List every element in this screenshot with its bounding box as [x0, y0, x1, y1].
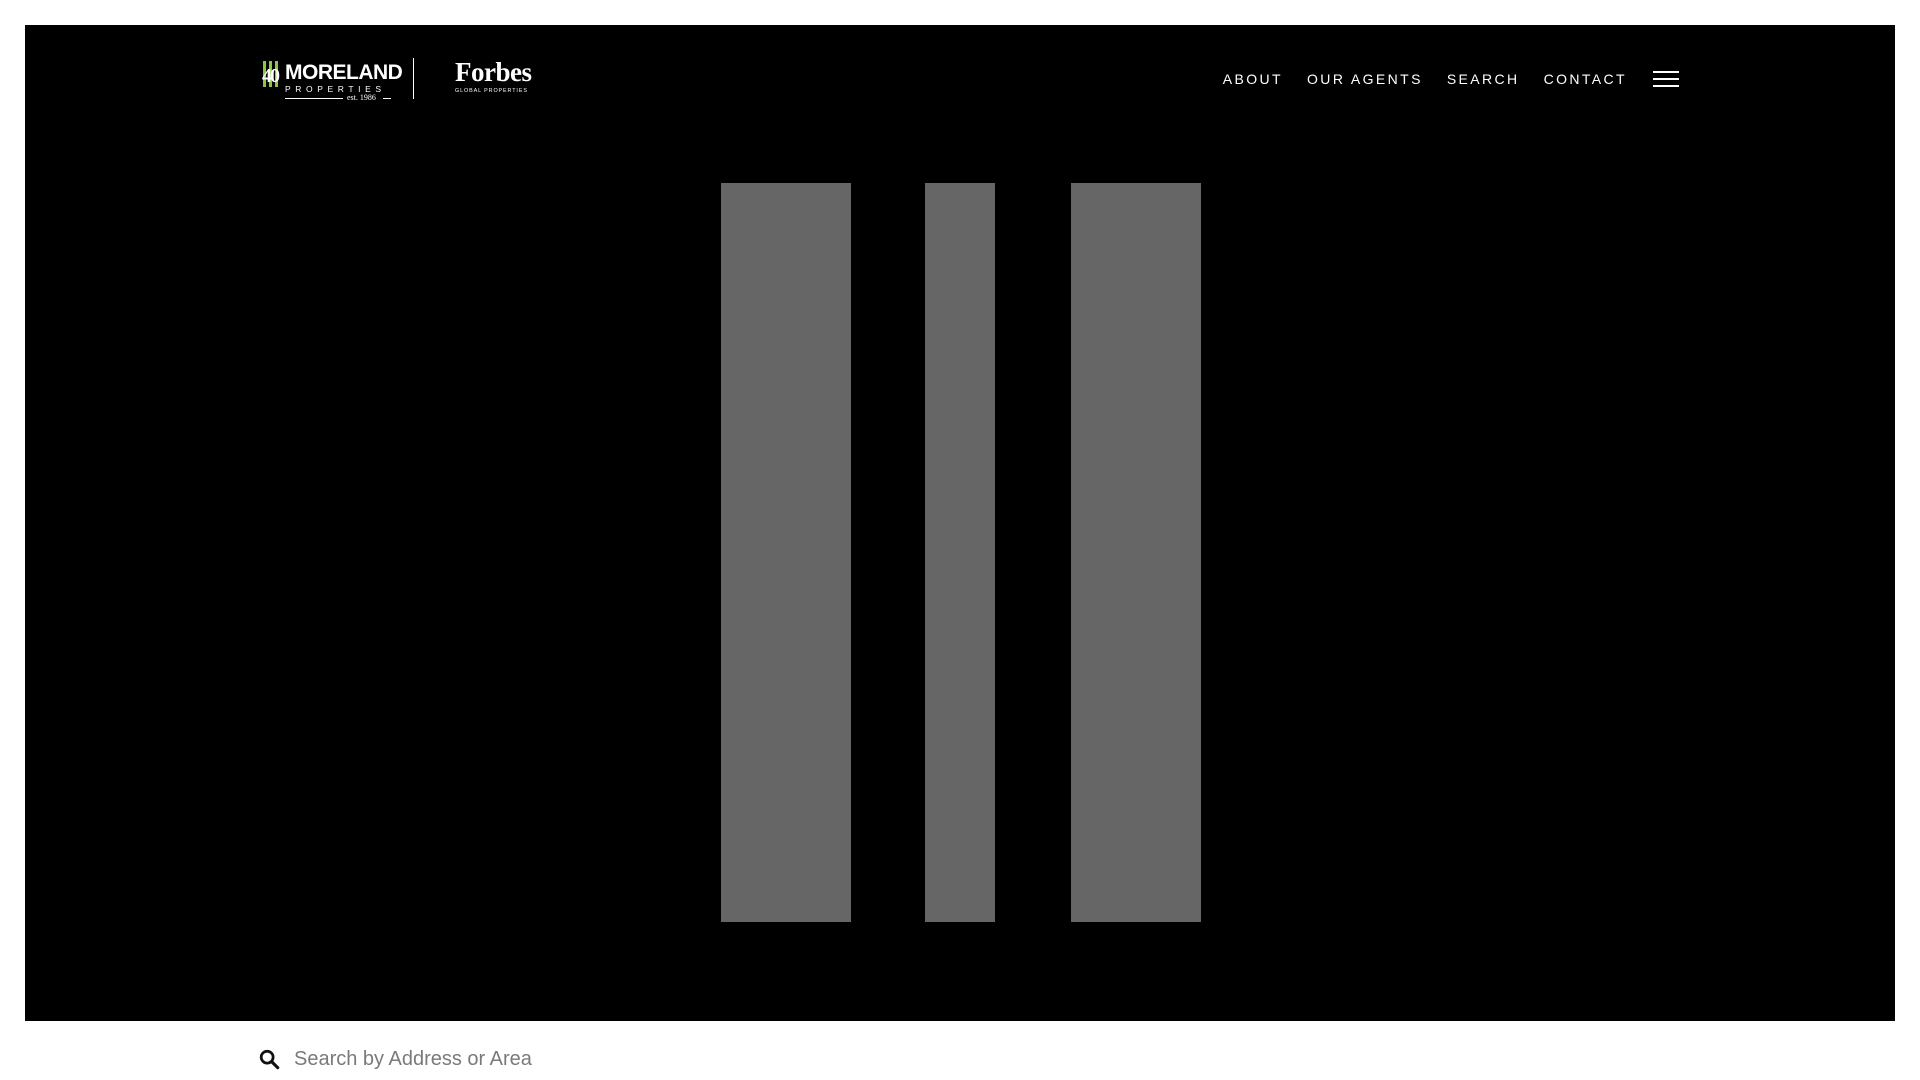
- search-icon[interactable]: [258, 1048, 280, 1070]
- search-bar: [258, 1044, 1658, 1074]
- search-input[interactable]: [294, 1044, 1294, 1074]
- loading-bar-left: [721, 183, 851, 922]
- loading-bar-right: [1071, 183, 1201, 922]
- hero-frame: 40 MORELAND PROPERTIES est. 1986 Forbes …: [25, 25, 1895, 1021]
- loading-indicator: [25, 25, 1895, 1021]
- loading-bar-middle: [925, 183, 995, 922]
